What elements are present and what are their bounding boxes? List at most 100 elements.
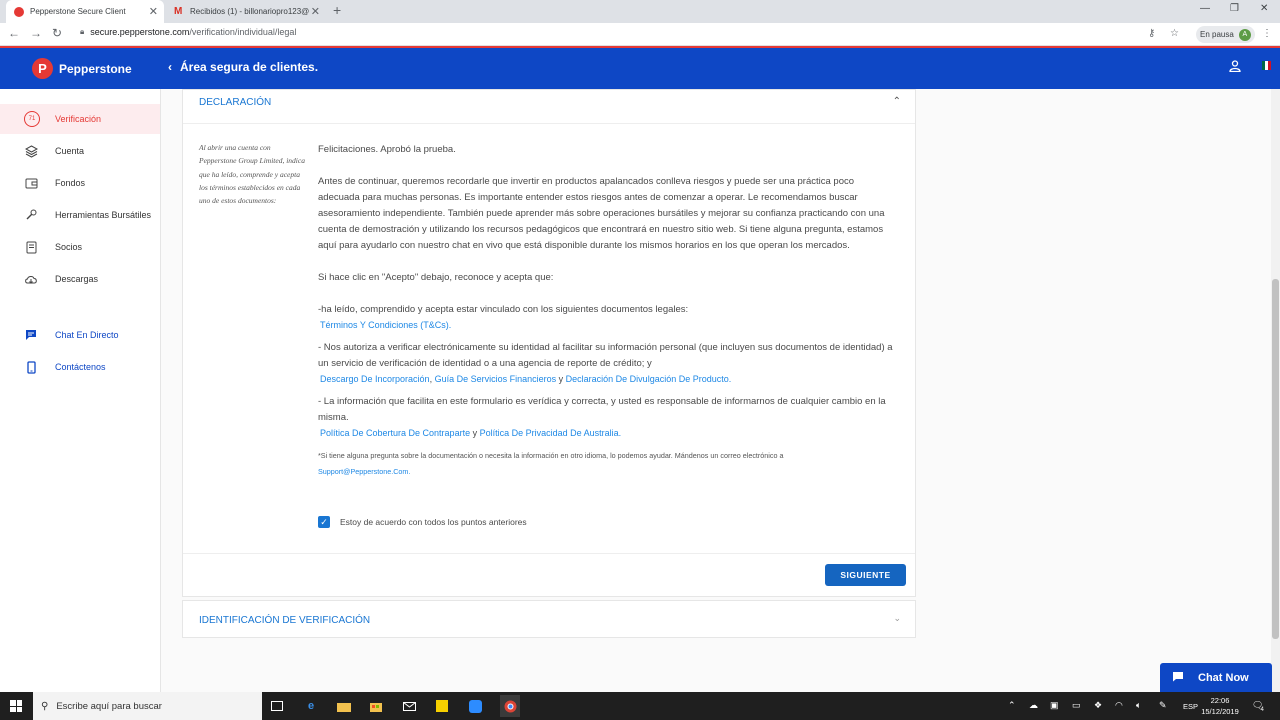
- volume-icon[interactable]: 🔈︎: [1136, 700, 1141, 711]
- lock-icon: 🔒︎: [80, 27, 85, 36]
- verification-badge-icon: 71: [24, 111, 40, 127]
- side-note: Al abrir una cuenta con Pepperstone Grou…: [199, 143, 305, 206]
- close-window-icon[interactable]: ✕: [1260, 3, 1268, 14]
- reload-icon[interactable]: ↻: [52, 26, 62, 40]
- section-title: IDENTIFICACIÓN DE VERIFICACIÓN: [199, 615, 371, 626]
- minimize-icon[interactable]: —: [1200, 3, 1210, 14]
- product-disclosure-link[interactable]: Declaración De Divulgación De Producto: [566, 374, 729, 384]
- zoom-icon[interactable]: [467, 698, 483, 714]
- sidebar-item-contactenos[interactable]: Contáctenos: [0, 352, 160, 382]
- url-host: secure.pepperstone.com: [90, 27, 190, 37]
- paragraph: -ha leído, comprendido y acepta estar vi…: [318, 304, 689, 315]
- notifications-icon[interactable]: 🗨︎4: [1252, 700, 1267, 713]
- agree-checkbox[interactable]: ✓: [318, 516, 330, 528]
- restore-icon[interactable]: ❐: [1230, 3, 1239, 14]
- privacy-policy-link[interactable]: Política De Privacidad De Australia: [480, 428, 619, 438]
- new-tab-button[interactable]: +: [333, 2, 341, 18]
- cloud-download-icon: [24, 272, 38, 286]
- wrench-icon: [24, 208, 38, 222]
- paragraph: Felicitaciones. Aprobó la prueba.: [318, 144, 456, 155]
- pepperstone-logo[interactable]: P Pepperstone: [32, 58, 132, 79]
- edge-icon[interactable]: e: [303, 698, 319, 714]
- links-line: Términos Y Condiciones (T&Cs).: [318, 318, 898, 332]
- pen-icon[interactable]: ✎: [1159, 700, 1167, 711]
- back-link[interactable]: ‹ Área segura de clientes.: [168, 60, 318, 74]
- agree-row[interactable]: ✓ Estoy de acuerdo con todos los puntos …: [318, 516, 527, 528]
- profile-avatar: A: [1238, 28, 1251, 41]
- chat-now-button[interactable]: Chat Now: [1160, 663, 1272, 693]
- task-view-icon[interactable]: [269, 698, 285, 714]
- mexico-flag-icon[interactable]: [1262, 61, 1271, 70]
- chat-bubble-icon: [1172, 671, 1184, 685]
- terms-link[interactable]: Términos Y Condiciones (T&Cs).: [320, 320, 451, 330]
- address-bar[interactable]: 🔒︎ secure.pepperstone.com/verification/i…: [80, 27, 296, 37]
- next-button[interactable]: SIGUIENTE: [825, 564, 906, 586]
- key-icon[interactable]: ⚷: [1148, 28, 1155, 39]
- phone-icon: [24, 360, 38, 374]
- close-tab-icon[interactable]: ✕: [311, 5, 320, 18]
- paragraph: - La información que facilita en este fo…: [318, 396, 886, 423]
- declaration-header[interactable]: DECLARACIÓN ⌃: [183, 90, 915, 124]
- chevron-left-icon: ‹: [168, 60, 172, 74]
- notifications-count: 4: [1260, 707, 1264, 713]
- sidebar-item-verificacion[interactable]: 71 Verificación: [0, 104, 160, 134]
- counterparty-policy-link[interactable]: Política De Cobertura De Contraparte: [320, 428, 470, 438]
- gmail-favicon-icon: M: [174, 5, 183, 17]
- store-icon[interactable]: [368, 698, 384, 714]
- sidebar-item-label: Fondos: [55, 178, 86, 188]
- support-email-link[interactable]: Support@Pepperstone.Com.: [318, 467, 410, 476]
- taskbar-search[interactable]: ⚲ Escribe aquí para buscar: [33, 692, 262, 720]
- sidebar-item-label: Cuenta: [55, 146, 85, 156]
- section-title: DECLARACIÓN: [199, 97, 272, 108]
- clock[interactable]: 22:06 15/12/2019: [1200, 695, 1240, 717]
- onboarding-disclaimer-link[interactable]: Descargo De Incorporación: [320, 374, 430, 384]
- sticky-notes-icon[interactable]: [434, 698, 450, 714]
- sidebar-item-chat[interactable]: Chat En Directo: [0, 320, 160, 350]
- sync-paused-chip[interactable]: En pausa A: [1196, 26, 1255, 43]
- chrome-icon[interactable]: [500, 695, 520, 717]
- forward-arrow-icon[interactable]: →: [30, 26, 42, 40]
- sidebar-item-label: Socios: [55, 242, 83, 252]
- browser-tab-gmail[interactable]: M Recibidos (1) - billonariopro123@ ✕: [166, 0, 326, 23]
- tray-app-icon[interactable]: ▣: [1050, 700, 1059, 711]
- sidebar-item-herramientas[interactable]: Herramientas Bursátiles: [0, 200, 160, 230]
- partners-icon: [24, 240, 38, 254]
- mail-icon[interactable]: [401, 698, 417, 714]
- sidebar-item-descargas[interactable]: Descargas: [0, 264, 160, 294]
- onedrive-icon[interactable]: ☁: [1029, 700, 1038, 711]
- chevron-up-icon[interactable]: ⌃: [893, 96, 901, 107]
- close-tab-icon[interactable]: ✕: [149, 5, 158, 18]
- star-icon[interactable]: ☆: [1170, 28, 1179, 39]
- sidebar-item-cuenta[interactable]: Cuenta: [0, 136, 160, 166]
- dropbox-icon[interactable]: ❖: [1094, 700, 1102, 711]
- declaration-panel: DECLARACIÓN ⌃ Al abrir una cuenta con Pe…: [182, 89, 916, 597]
- user-icon[interactable]: [1229, 60, 1241, 75]
- browser-tab-pepperstone[interactable]: Pepperstone Secure Client ✕: [6, 0, 164, 23]
- language-indicator[interactable]: ESP: [1183, 702, 1198, 711]
- paragraph: Si hace clic en "Acepto" debajo, reconoc…: [318, 272, 554, 283]
- separator: .: [728, 374, 732, 384]
- sidebar-item-socios[interactable]: Socios: [0, 232, 160, 262]
- battery-icon[interactable]: ▭: [1072, 700, 1081, 711]
- menu-dots-icon[interactable]: ⋮: [1262, 28, 1272, 39]
- separator: y: [556, 374, 566, 384]
- financial-services-guide-link[interactable]: Guía De Servicios Financieros: [435, 374, 557, 384]
- support-note: *Si tiene alguna pregunta sobre la docum…: [318, 448, 898, 480]
- paragraph: Antes de continuar, queremos recordarle …: [318, 176, 885, 251]
- chevron-up-icon[interactable]: ⌃: [1008, 700, 1016, 711]
- browser-tab-strip: Pepperstone Secure Client ✕ M Recibidos …: [0, 0, 1280, 23]
- back-arrow-icon[interactable]: ←: [8, 26, 20, 40]
- wifi-icon[interactable]: ◠: [1115, 700, 1123, 711]
- main-content: DECLARACIÓN ⌃ Al abrir una cuenta con Pe…: [161, 89, 1271, 692]
- sidebar-item-fondos[interactable]: Fondos: [0, 168, 160, 198]
- chevron-down-icon[interactable]: ⌄: [893, 613, 901, 624]
- verification-id-panel[interactable]: IDENTIFICACIÓN DE VERIFICACIÓN ⌄: [182, 600, 916, 638]
- scrollbar-thumb[interactable]: [1272, 279, 1279, 639]
- file-explorer-icon[interactable]: [336, 698, 352, 714]
- page-title: Área segura de clientes.: [180, 60, 319, 74]
- tab-title: Recibidos (1) - billonariopro123@: [190, 7, 310, 16]
- pause-label: En pausa: [1200, 30, 1234, 39]
- support-text: *Si tiene alguna pregunta sobre la docum…: [318, 451, 784, 460]
- scrollbar[interactable]: [1271, 89, 1280, 692]
- windows-start-icon[interactable]: [10, 700, 22, 712]
